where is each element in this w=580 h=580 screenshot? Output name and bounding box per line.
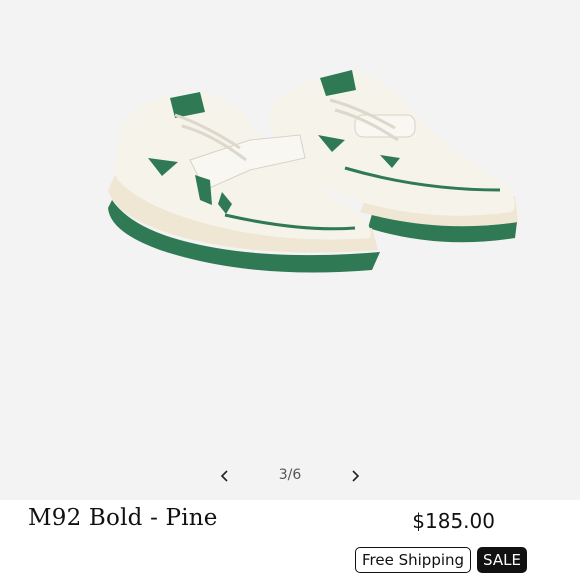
product-title[interactable]: M92 Bold - Pine bbox=[28, 505, 218, 531]
product-image[interactable] bbox=[0, 0, 580, 455]
sale-badge: SALE bbox=[477, 547, 527, 573]
chevron-right-icon[interactable] bbox=[341, 462, 369, 490]
product-price: $185.00 bbox=[412, 509, 495, 533]
product-gallery: 3/6 bbox=[0, 0, 580, 500]
chevron-left-icon[interactable] bbox=[211, 462, 239, 490]
free-shipping-badge: Free Shipping bbox=[355, 547, 472, 573]
gallery-pager: 3/6 bbox=[0, 462, 580, 490]
badge-row: Free Shipping SALE bbox=[355, 547, 527, 573]
gallery-counter: 3/6 bbox=[278, 467, 302, 483]
